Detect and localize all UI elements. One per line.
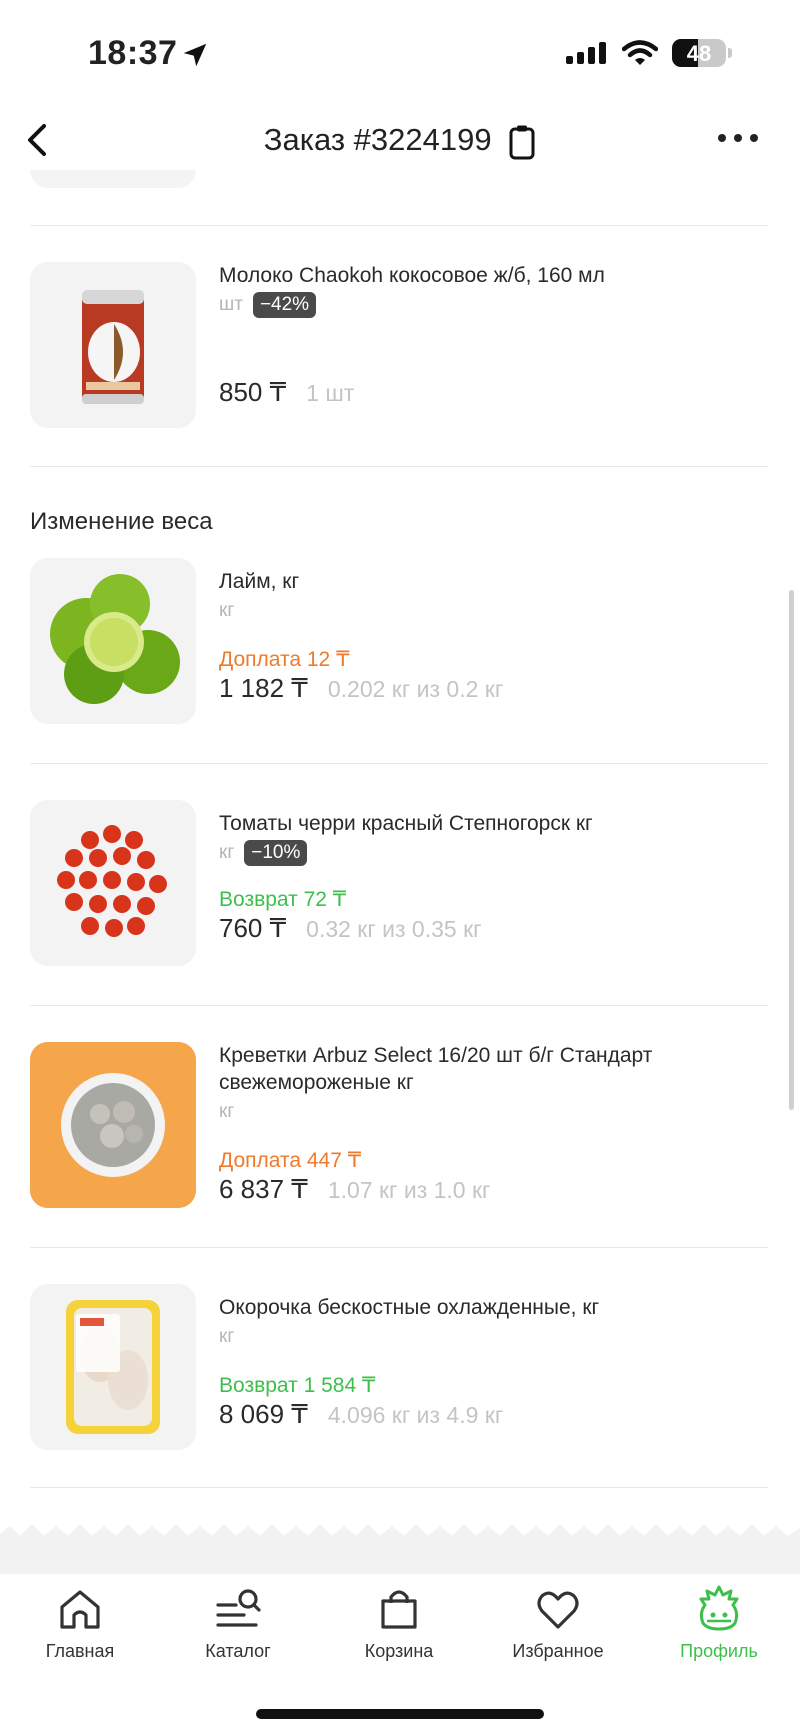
item-info: Креветки Arbuz Select 16/20 шт б/г Станд… (219, 1042, 766, 1205)
item-price: 8 069 ₸ (219, 1399, 308, 1429)
unit-row: кг (219, 1098, 766, 1126)
heart-icon (537, 1591, 579, 1629)
unit-row: шт −42% (219, 291, 766, 319)
product-unit: шт (219, 294, 243, 315)
product-name: Креветки Arbuz Select 16/20 шт б/г Станд… (219, 1044, 653, 1094)
home-indicator[interactable] (256, 1709, 544, 1719)
item-weight: 4.096 кг из 4.9 кг (327, 1402, 504, 1428)
scrollbar[interactable] (789, 590, 794, 1110)
divider (30, 1487, 768, 1488)
product-unit: кг (219, 842, 235, 863)
surcharge-label: Доплата 447 ₸ (219, 1149, 362, 1172)
order-items-list[interactable]: Молоко Chaokoh кокосовое ж/б, 160 мл шт … (0, 170, 800, 1530)
unit-row: кг (219, 597, 766, 625)
item-info: Молоко Chaokoh кокосовое ж/б, 160 мл шт … (219, 262, 766, 408)
shrimp-image (30, 1042, 196, 1208)
item-price: 6 837 ₸ (219, 1174, 308, 1204)
item-weight: 1.07 кг из 1.0 кг (327, 1177, 491, 1203)
cellular-signal-icon (566, 42, 606, 64)
surcharge-label: Доплата 12 ₸ (219, 648, 350, 671)
battery-indicator: 48 (672, 39, 726, 67)
tab-profile[interactable]: Профиль (649, 1585, 789, 1662)
home-icon (60, 1590, 100, 1629)
tab-label: Главная (45, 1641, 115, 1661)
item-info: Томаты черри красный Степногорск кг кг −… (219, 810, 766, 944)
price-row: 760 ₸ 0.32 кг из 0.35 кг (219, 913, 766, 944)
copy-clipboard-icon[interactable] (508, 124, 536, 160)
product-name: Окорочка бескостные охлажденные, кг (219, 1296, 600, 1319)
refund-label: Возврат 72 ₸ (219, 888, 347, 911)
price-row: 850 ₸ 1 шт (219, 377, 766, 408)
product-name: Томаты черри красный Степногорск кг (219, 812, 593, 835)
profile-mascot-icon (699, 1585, 739, 1631)
unit-row: кг (219, 1323, 766, 1351)
chicken-tray-image (66, 1300, 160, 1434)
price-row: 8 069 ₸ 4.096 кг из 4.9 кг (219, 1399, 766, 1430)
price-row: 1 182 ₸ 0.202 кг из 0.2 кг (219, 673, 766, 704)
battery-tip (728, 48, 732, 58)
tab-catalog[interactable]: Каталог (168, 1585, 308, 1662)
item-weight: 0.202 кг из 0.2 кг (327, 676, 504, 702)
discount-badge: −10% (244, 840, 308, 866)
cherry-tomatoes-image (57, 825, 167, 937)
item-price: 1 182 ₸ (219, 673, 308, 703)
more-options-icon[interactable] (716, 128, 760, 148)
product-image (30, 262, 196, 428)
coconut-milk-can-image (82, 290, 144, 404)
tab-home[interactable]: Главная (10, 1585, 150, 1662)
item-quantity: 1 шт (306, 380, 355, 406)
divider (30, 466, 768, 467)
item-info: Окорочка бескостные охлажденные, кг кг В… (219, 1294, 766, 1430)
page-title: Заказ #3224199 (0, 122, 800, 160)
catalog-search-icon (216, 1589, 261, 1627)
tab-favorites[interactable]: Избранное (488, 1585, 628, 1662)
divider (30, 1247, 768, 1248)
product-unit: кг (219, 1101, 235, 1122)
product-unit: кг (219, 600, 235, 621)
product-name: Лайм, кг (219, 570, 300, 593)
order-header: Заказ #3224199 (0, 110, 800, 170)
product-unit: кг (219, 1326, 235, 1347)
bag-icon (381, 1590, 417, 1629)
product-name: Молоко Chaokoh кокосовое ж/б, 160 мл (219, 264, 605, 287)
status-time: 18:37 (88, 34, 178, 72)
product-image (30, 800, 196, 966)
tab-cart[interactable]: Корзина (329, 1585, 469, 1662)
tab-label: Каталог (205, 1641, 271, 1661)
weight-change-section-title: Изменение веса (30, 508, 213, 535)
order-number-title: Заказ #3224199 (263, 122, 492, 157)
item-weight: 0.32 кг из 0.35 кг (306, 916, 482, 942)
divider (30, 1005, 768, 1006)
location-arrow-icon (183, 43, 207, 67)
refund-label: Возврат 1 584 ₸ (219, 1374, 376, 1397)
lime-image (50, 574, 180, 704)
status-bar: 18:37 48 (0, 0, 800, 100)
battery-percent: 48 (686, 41, 712, 66)
item-price: 850 ₸ (219, 377, 287, 407)
tab-label: Профиль (680, 1641, 758, 1661)
divider (30, 763, 768, 764)
product-image (30, 1284, 196, 1450)
tab-label: Избранное (512, 1641, 604, 1661)
discount-badge: −42% (252, 292, 317, 318)
unit-row: кг −10% (219, 839, 766, 867)
price-row: 6 837 ₸ 1.07 кг из 1.0 кг (219, 1174, 766, 1205)
receipt-torn-edge (0, 1524, 800, 1574)
product-image (30, 558, 196, 724)
bottom-tab-bar: Главная Каталог Корзина Избранное Профил… (0, 1575, 800, 1685)
wifi-icon (622, 40, 658, 65)
divider (30, 225, 768, 226)
item-info: Лайм, кг кг Доплата 12 ₸ 1 182 ₸ 0.202 к… (219, 568, 766, 704)
product-image (30, 1042, 196, 1208)
item-price: 760 ₸ (219, 913, 287, 943)
previous-item-thumbnail (30, 170, 196, 188)
tab-label: Корзина (364, 1641, 434, 1661)
